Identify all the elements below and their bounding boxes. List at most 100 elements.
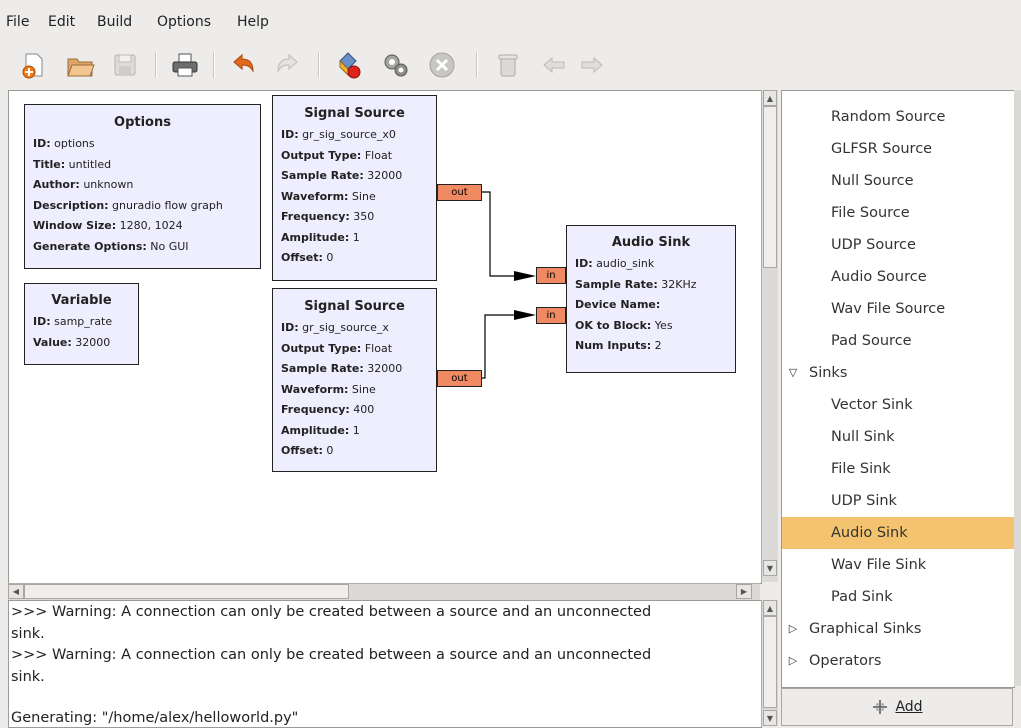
block-param: Generate Options: No GUI	[33, 239, 189, 253]
console-vertical-scrollbar[interactable]: ▲ ▼	[761, 600, 778, 726]
tree-item-file-source[interactable]: File Source	[782, 197, 1014, 229]
toolbar	[0, 40, 1021, 88]
console-output[interactable]: >>> Warning: A connection can only be cr…	[8, 600, 762, 728]
new-icon[interactable]	[17, 48, 51, 82]
open-icon[interactable]	[63, 48, 97, 82]
add-button[interactable]: Add	[781, 688, 1013, 726]
block-param: Title: untitled	[33, 157, 112, 171]
collapsed-arrow-icon[interactable]: ▷	[786, 613, 800, 645]
signal-source-block[interactable]: Signal Source ID: gr_sig_source_x0 Outpu…	[272, 95, 437, 281]
block-param: Sample Rate: 32000	[281, 362, 403, 375]
block-param: Value: 32000	[33, 335, 111, 349]
block-param: Offset: 0	[281, 251, 334, 264]
menu-build[interactable]: Build	[97, 14, 132, 30]
block-param: Amplitude: 1	[281, 423, 360, 437]
scrollbar-thumb[interactable]	[24, 584, 349, 599]
options-block[interactable]: Options ID: options Title: untitled Auth…	[24, 104, 261, 269]
generate-icon[interactable]	[332, 48, 366, 82]
block-param: Waveform: Sine	[281, 189, 376, 203]
execute-icon[interactable]	[378, 48, 412, 82]
scroll-up-icon[interactable]: ▲	[763, 600, 777, 616]
block-param: Description: gnuradio flow graph	[33, 198, 223, 212]
canvas-horizontal-scrollbar[interactable]: ◀ ▶	[8, 583, 760, 600]
scroll-up-icon[interactable]: ▲	[763, 90, 777, 106]
console-line: Generating: "/home/alex/helloworld.py"	[11, 710, 299, 726]
scroll-down-icon[interactable]: ▼	[763, 710, 777, 726]
scroll-left-icon[interactable]: ◀	[8, 584, 24, 599]
tree-item-wav-file-source[interactable]: Wav File Source	[782, 293, 1014, 325]
tree-category-label: Sinks	[809, 365, 848, 381]
block-param: Offset: 0	[281, 444, 334, 457]
scroll-right-icon[interactable]: ▶	[736, 584, 752, 599]
block-library-tree[interactable]: Random Source GLFSR Source Null Source F…	[781, 90, 1015, 688]
rotate-right-icon[interactable]	[575, 48, 609, 82]
add-icon	[873, 700, 888, 714]
block-param: ID: samp_rate	[33, 315, 113, 328]
console-line: >>> Warning: A connection can only be cr…	[11, 604, 652, 620]
block-param: Frequency: 400	[281, 403, 375, 416]
add-button-label: Add	[895, 699, 923, 715]
scrollbar-thumb[interactable]	[763, 106, 777, 268]
block-param: Waveform: Sine	[281, 382, 376, 396]
tree-item-null-sink[interactable]: Null Sink	[782, 421, 1014, 453]
menu-edit[interactable]: Edit	[48, 14, 75, 30]
scroll-down-icon[interactable]: ▼	[763, 560, 777, 576]
tree-item-audio-source[interactable]: Audio Source	[782, 261, 1014, 293]
rotate-left-icon[interactable]	[537, 48, 571, 82]
block-param: ID: gr_sig_source_x0	[281, 128, 396, 141]
menubar: File Edit Build Options Help	[0, 0, 1021, 40]
block-param: Output Type: Float	[281, 341, 393, 355]
kill-icon[interactable]	[425, 48, 459, 82]
save-icon[interactable]	[108, 48, 142, 82]
block-param: Sample Rate: 32KHz	[575, 277, 697, 291]
print-icon[interactable]	[168, 48, 202, 82]
block-param: OK to Block: Yes	[575, 318, 673, 332]
tree-item-random-source[interactable]: Random Source	[782, 101, 1014, 133]
collapsed-arrow-icon[interactable]: ▷	[786, 645, 800, 677]
tree-item-udp-source[interactable]: UDP Source	[782, 229, 1014, 261]
audio-sink-block[interactable]: Audio Sink ID: audio_sink Sample Rate: 3…	[566, 225, 736, 373]
tree-scrollbar[interactable]	[1014, 90, 1021, 686]
signal-source-block[interactable]: Signal Source ID: gr_sig_source_x Output…	[272, 288, 437, 472]
output-port[interactable]: out	[437, 370, 482, 387]
block-param: Author: unknown	[33, 178, 134, 191]
block-param: Sample Rate: 32000	[281, 169, 403, 182]
block-title: Options	[114, 115, 171, 130]
tree-item-audio-sink[interactable]: Audio Sink	[782, 517, 1014, 549]
tree-category-label: Graphical Sinks	[809, 621, 922, 637]
menu-help[interactable]: Help	[237, 14, 269, 30]
output-port[interactable]: out	[437, 184, 482, 201]
input-port[interactable]: in	[536, 267, 566, 284]
tree-category-graphical-sinks[interactable]: ▷ Graphical Sinks	[782, 613, 1014, 645]
flowgraph-canvas[interactable]: Options ID: options Title: untitled Auth…	[8, 90, 762, 584]
tree-category-sinks[interactable]: ▽ Sinks	[782, 357, 1014, 389]
block-param: Window Size: 1280, 1024	[33, 219, 183, 232]
menu-options[interactable]: Options	[157, 14, 211, 30]
tree-item-pad-source[interactable]: Pad Source	[782, 325, 1014, 357]
tree-item-wav-file-sink[interactable]: Wav File Sink	[782, 549, 1014, 581]
block-title: Variable	[51, 293, 112, 308]
delete-icon[interactable]	[491, 48, 525, 82]
scrollbar-thumb[interactable]	[763, 616, 777, 708]
redo-icon[interactable]	[271, 48, 305, 82]
connection-1	[482, 191, 514, 277]
tree-item-file-sink[interactable]: File Sink	[782, 453, 1014, 485]
canvas-vertical-scrollbar[interactable]: ▲ ▼	[761, 90, 778, 582]
tree-category-operators[interactable]: ▷ Operators	[782, 645, 1014, 677]
tree-item-vector-sink[interactable]: Vector Sink	[782, 389, 1014, 421]
tree-item-glfsr-source[interactable]: GLFSR Source	[782, 133, 1014, 165]
input-port[interactable]: in	[536, 307, 566, 324]
expanded-arrow-icon[interactable]: ▽	[786, 357, 800, 389]
block-param: ID: audio_sink	[575, 257, 655, 270]
undo-icon[interactable]	[226, 48, 260, 82]
block-title: Audio Sink	[611, 235, 691, 250]
block-param: Amplitude: 1	[281, 230, 360, 244]
block-title: Signal Source	[304, 299, 405, 314]
tree-item-null-source[interactable]: Null Source	[782, 165, 1014, 197]
console-line: sink.	[11, 669, 45, 685]
block-param: Output Type: Float	[281, 148, 393, 162]
menu-file[interactable]: File	[6, 14, 29, 30]
tree-item-pad-sink[interactable]: Pad Sink	[782, 581, 1014, 613]
tree-item-udp-sink[interactable]: UDP Sink	[782, 485, 1014, 517]
variable-block[interactable]: Variable ID: samp_rate Value: 32000	[24, 283, 139, 365]
